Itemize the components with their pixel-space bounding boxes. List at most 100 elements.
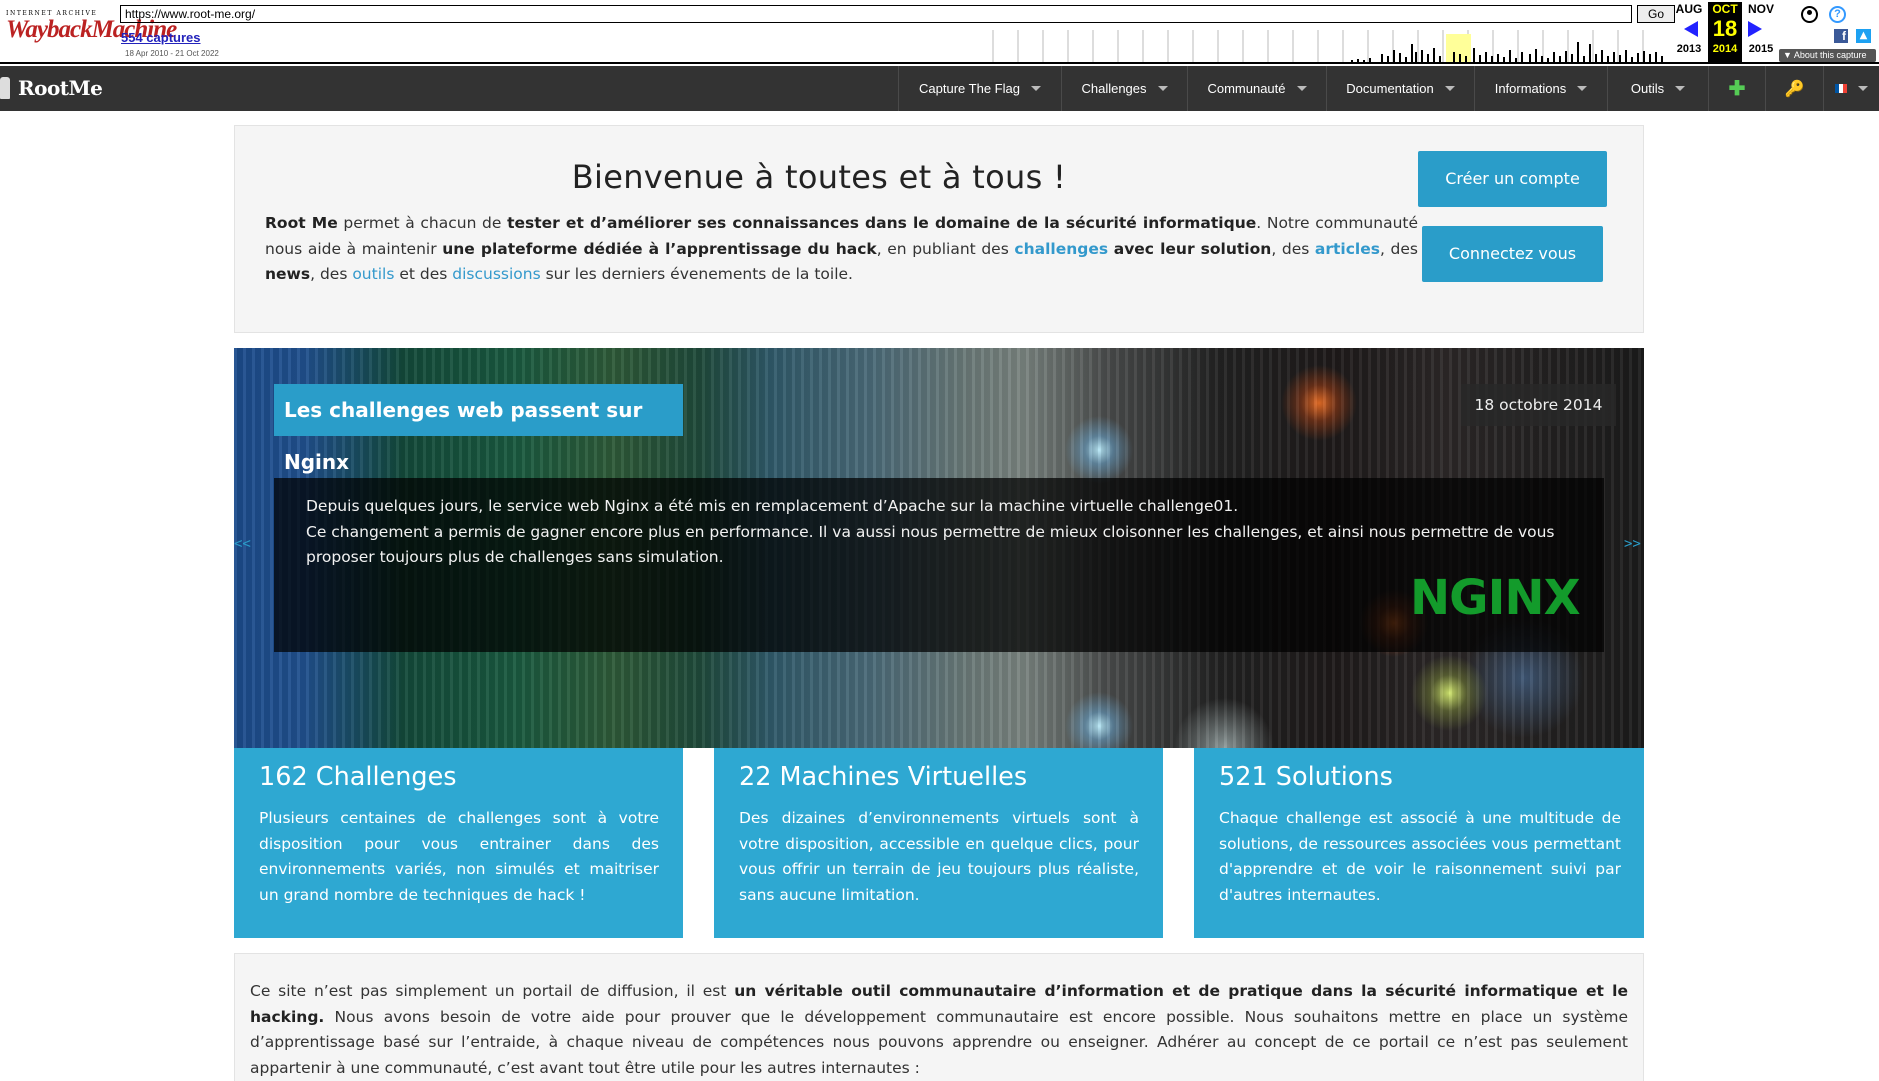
chevron-down-icon bbox=[1030, 86, 1041, 91]
nav-add-button[interactable]: ✚ bbox=[1708, 66, 1765, 111]
stat-title: 162 Challenges bbox=[259, 762, 457, 792]
stat-card-machines[interactable]: 22 Machines Virtuelles Des dizaines d’en… bbox=[714, 748, 1163, 938]
rootme-brand-text: RootMe bbox=[18, 76, 103, 100]
rootme-logo[interactable]: RootMe bbox=[0, 74, 103, 102]
news-carousel: Les challenges web passent sur Nginx 18 … bbox=[234, 348, 1644, 748]
intro-strong: une plateforme dédiée à l’apprentissage … bbox=[442, 239, 877, 258]
nav-item-challenges[interactable]: Challenges bbox=[1061, 66, 1187, 111]
wayback-url-input[interactable]: https://www.root-me.org/ bbox=[120, 5, 1632, 23]
nginx-logo: NGINX bbox=[1410, 570, 1581, 626]
nav-item-capture-the-flag[interactable]: Capture The Flag bbox=[898, 66, 1061, 111]
chevron-down-icon bbox=[1157, 86, 1168, 91]
wayback-captures-link[interactable]: 554 captures bbox=[121, 30, 201, 45]
nav-language-button[interactable] bbox=[1823, 66, 1878, 111]
news-date: 18 octobre 2014 bbox=[1461, 384, 1616, 426]
nav-item-label: Outils bbox=[1630, 81, 1665, 96]
main-menu: Capture The Flag Challenges Communauté D… bbox=[898, 66, 1878, 111]
brand-name: Root Me bbox=[265, 214, 338, 232]
intro-strong: avec leur solution bbox=[1113, 239, 1272, 258]
articles-link[interactable]: articles bbox=[1315, 240, 1380, 258]
carousel-next-button[interactable]: >> bbox=[1624, 536, 1641, 552]
stat-card-solutions[interactable]: 521 Solutions Chaque challenge est assoc… bbox=[1194, 748, 1644, 938]
flag-fr-icon bbox=[1834, 84, 1847, 93]
chevron-down-icon bbox=[1675, 86, 1686, 91]
intro-text: , des bbox=[1380, 239, 1418, 258]
wayback-current-month: OCT 18 2014 bbox=[1708, 2, 1742, 62]
wayback-current-day: 18 bbox=[1712, 16, 1738, 41]
wayback-logo-main: WaybackMachine bbox=[6, 16, 177, 43]
key-icon: 🔑 bbox=[1784, 80, 1805, 98]
help-icon[interactable]: ? bbox=[1829, 6, 1846, 23]
wayback-capture-sparkline[interactable] bbox=[990, 30, 1668, 62]
challenges-link[interactable]: challenges bbox=[1014, 240, 1108, 258]
nav-item-label: Challenges bbox=[1081, 81, 1147, 96]
nav-item-label: Capture The Flag bbox=[919, 81, 1020, 96]
news-title[interactable]: Les challenges web passent sur Nginx bbox=[274, 384, 683, 474]
chevron-down-icon bbox=[1857, 86, 1868, 91]
wayback-next-month-label: NOV bbox=[1747, 2, 1774, 16]
carousel-prev-button[interactable]: << bbox=[234, 536, 251, 552]
intro-text: , des bbox=[1271, 239, 1315, 258]
news-text: Depuis quelques jours, le service web Ng… bbox=[306, 494, 1581, 571]
twitter-icon[interactable]: ▲ bbox=[1856, 29, 1871, 43]
stat-title: 22 Machines Virtuelles bbox=[739, 762, 1028, 792]
intro-text: permet à chacun de bbox=[337, 214, 508, 232]
stat-title: 521 Solutions bbox=[1219, 762, 1393, 792]
chevron-down-icon bbox=[1296, 86, 1307, 91]
wayback-capture-range: 18 Apr 2010 - 21 Oct 2022 bbox=[125, 49, 219, 58]
welcome-title: Bienvenue à toutes et à tous ! bbox=[571, 158, 1067, 196]
nav-item-label: Communauté bbox=[1207, 81, 1286, 96]
site-navbar: RootMe Capture The Flag Challenges Commu… bbox=[0, 66, 1879, 111]
stat-card-challenges[interactable]: 162 Challenges Plusieurs centaines de ch… bbox=[234, 748, 683, 938]
wayback-logo[interactable]: INTERNET ARCHIVE WaybackMachine bbox=[6, 10, 177, 56]
wayback-about-capture-label: About this capture bbox=[1793, 50, 1867, 60]
nav-item-label: Informations bbox=[1494, 81, 1567, 96]
stat-text: Chaque challenge est associé à une multi… bbox=[1219, 809, 1621, 904]
wayback-current-year: 2014 bbox=[1712, 43, 1738, 55]
wayback-go-button[interactable]: Go bbox=[1637, 5, 1675, 23]
intro-text: , des bbox=[310, 265, 353, 283]
news-line-2: Ce changement a permis de gagner encore … bbox=[306, 522, 1555, 567]
intro-strong: news bbox=[265, 265, 311, 283]
welcome-panel: Bienvenue à toutes et à tous ! Root Me p… bbox=[234, 125, 1644, 333]
articles-link-label: articles bbox=[1314, 239, 1380, 258]
about-text-part: Nous avons besoin de votre aide pour pro… bbox=[250, 1007, 1628, 1077]
wayback-prev-year: 2013 bbox=[1676, 43, 1702, 55]
facebook-icon[interactable]: f bbox=[1834, 29, 1848, 43]
discussions-link[interactable]: discussions bbox=[452, 265, 540, 283]
chevron-down-icon bbox=[1444, 86, 1455, 91]
wayback-current-month-label: OCT bbox=[1712, 2, 1738, 16]
nav-login-button[interactable]: 🔑 bbox=[1765, 66, 1823, 111]
intro-text: , en publiant des bbox=[876, 239, 1015, 258]
chevron-down-icon bbox=[1577, 86, 1588, 91]
user-icon[interactable] bbox=[1801, 6, 1818, 23]
about-panel: Ce site n’est pas simplement un portail … bbox=[234, 953, 1644, 1081]
news-body: Depuis quelques jours, le service web Ng… bbox=[274, 478, 1604, 652]
create-account-button[interactable]: Créer un compte bbox=[1418, 151, 1607, 207]
challenges-link-label: challenges bbox=[1014, 239, 1109, 258]
plus-icon: ✚ bbox=[1728, 78, 1746, 100]
nav-item-label: Documentation bbox=[1346, 81, 1434, 96]
intro-text: sur les derniers évenements de la toile. bbox=[540, 265, 853, 283]
skull-icon bbox=[0, 77, 10, 99]
wayback-toolbar: INTERNET ARCHIVE WaybackMachine https://… bbox=[0, 0, 1879, 64]
nav-item-documentation[interactable]: Documentation bbox=[1326, 66, 1474, 111]
welcome-intro: Root Me permet à chacun de tester et d’a… bbox=[265, 211, 1418, 288]
stat-text: Plusieurs centaines de challenges sont à… bbox=[259, 809, 659, 904]
intro-strong: tester et d’améliorer ses connaissances … bbox=[507, 214, 1257, 232]
nav-item-informations[interactable]: Informations bbox=[1474, 66, 1607, 111]
nav-item-communaute[interactable]: Communauté bbox=[1187, 66, 1326, 111]
about-text: Ce site n’est pas simplement un portail … bbox=[250, 979, 1628, 1081]
wayback-prev-arrow-icon[interactable] bbox=[1684, 21, 1698, 37]
wayback-next-year: 2015 bbox=[1748, 43, 1774, 55]
wayback-next-month[interactable]: NOV 2015 bbox=[1744, 2, 1778, 62]
intro-text: et des bbox=[394, 265, 453, 283]
stat-text: Des dizaines d’environnements virtuels s… bbox=[739, 809, 1139, 904]
news-line-1: Depuis quelques jours, le service web Ng… bbox=[306, 497, 1239, 515]
nav-item-outils[interactable]: Outils bbox=[1607, 66, 1708, 111]
login-button[interactable]: Connectez vous bbox=[1422, 226, 1603, 282]
wayback-about-capture-button[interactable]: ▼ About this capture bbox=[1779, 49, 1876, 62]
outils-link[interactable]: outils bbox=[352, 265, 394, 283]
about-text-part: Ce site n’est pas simplement un portail … bbox=[250, 982, 735, 1000]
wayback-prev-month-label: AUG bbox=[1675, 2, 1703, 16]
